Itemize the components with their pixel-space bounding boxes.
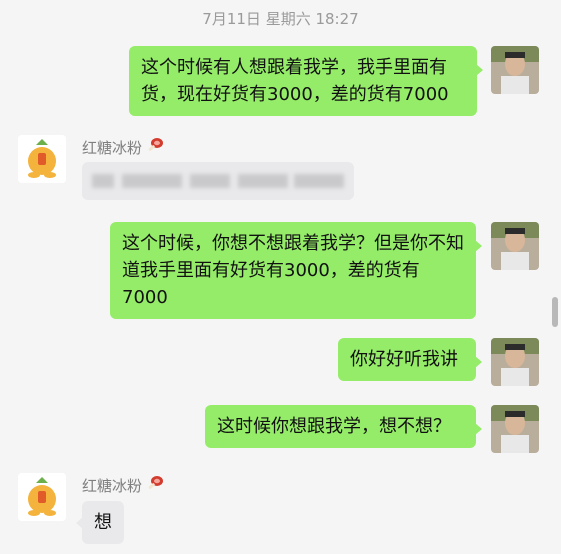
timestamp: 7月11日 星期六 18:27	[202, 10, 359, 28]
sender-name: 红糖冰粉	[82, 136, 164, 158]
meat-icon	[146, 136, 164, 158]
message-bubble-incoming-redacted[interactable]	[82, 162, 354, 200]
meat-icon	[146, 474, 164, 496]
scrollbar-thumb[interactable]	[552, 297, 558, 327]
message-text: 这个时候，你想不想跟着我学？但是你不知道我手里面有好货有3000，差的货有700…	[122, 233, 464, 308]
message-text: 这个时候有人想跟着我学，我手里面有货，现在好货有3000，差的货有7000	[141, 57, 449, 105]
self-avatar[interactable]	[491, 338, 539, 386]
message-bubble-outgoing[interactable]: 你好好听我讲	[338, 338, 482, 381]
message-text: 想	[94, 512, 112, 533]
contact-avatar[interactable]	[18, 135, 66, 183]
message-bubble-outgoing[interactable]: 这个时候，你想不想跟着我学？但是你不知道我手里面有好货有3000，差的货有700…	[110, 222, 482, 319]
message-bubble-outgoing[interactable]: 这时候你想跟我学，想不想？	[205, 405, 482, 448]
message-text: 这时候你想跟我学，想不想？	[217, 416, 451, 437]
message-text: 你好好听我讲	[350, 349, 458, 370]
sender-name: 红糖冰粉	[82, 474, 164, 496]
self-avatar[interactable]	[491, 222, 539, 270]
message-bubble-outgoing[interactable]: 这个时候有人想跟着我学，我手里面有货，现在好货有3000，差的货有7000	[129, 46, 483, 116]
self-avatar[interactable]	[491, 405, 539, 453]
sender-name-text: 红糖冰粉	[82, 138, 143, 157]
sender-name-text: 红糖冰粉	[82, 476, 143, 495]
message-bubble-incoming[interactable]: 想	[76, 501, 124, 544]
contact-avatar[interactable]	[18, 473, 66, 521]
self-avatar[interactable]	[491, 46, 539, 94]
